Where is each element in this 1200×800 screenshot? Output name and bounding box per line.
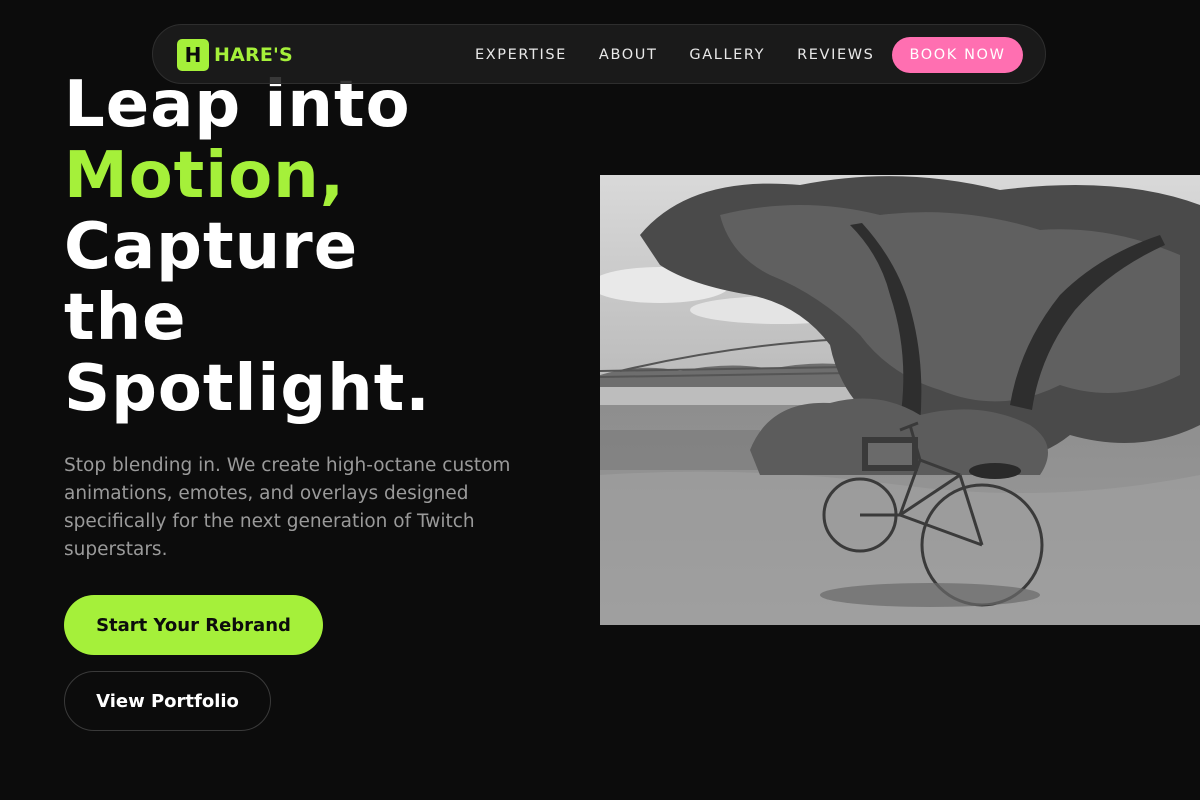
start-rebrand-button[interactable]: Start Your Rebrand xyxy=(64,595,323,655)
view-portfolio-button[interactable]: View Portfolio xyxy=(64,671,271,731)
logo-mark-icon: H xyxy=(177,39,209,71)
bicycle-under-tree-photo xyxy=(600,175,1200,625)
logo-text: HARE'S xyxy=(214,44,293,66)
headline-line-3: Capture xyxy=(64,210,359,284)
headline-line-5: Spotlight. xyxy=(64,352,431,426)
book-now-button[interactable]: BOOK NOW xyxy=(892,37,1023,73)
nav-link-reviews[interactable]: REVIEWS xyxy=(797,47,874,63)
nav-link-gallery[interactable]: GALLERY xyxy=(689,47,765,63)
hero-section: Leap into Motion, Capture the Spotlight.… xyxy=(64,70,584,731)
nav-link-about[interactable]: ABOUT xyxy=(599,47,658,63)
headline-line-4: the xyxy=(64,281,187,355)
brand-logo[interactable]: H HARE'S xyxy=(177,39,293,71)
top-navbar: H HARE'S EXPERTISE ABOUT GALLERY REVIEWS… xyxy=(152,24,1046,84)
headline-accent-line: Motion, xyxy=(64,139,346,213)
hero-subtext: Stop blending in. We create high-octane … xyxy=(64,455,511,560)
nav-link-expertise[interactable]: EXPERTISE xyxy=(475,47,567,63)
hero-photo xyxy=(600,175,1200,625)
nav-links: EXPERTISE ABOUT GALLERY REVIEWS xyxy=(475,25,906,85)
page: H HARE'S EXPERTISE ABOUT GALLERY REVIEWS… xyxy=(0,0,1200,800)
hero-headline: Leap into Motion, Capture the Spotlight. xyxy=(64,70,584,425)
